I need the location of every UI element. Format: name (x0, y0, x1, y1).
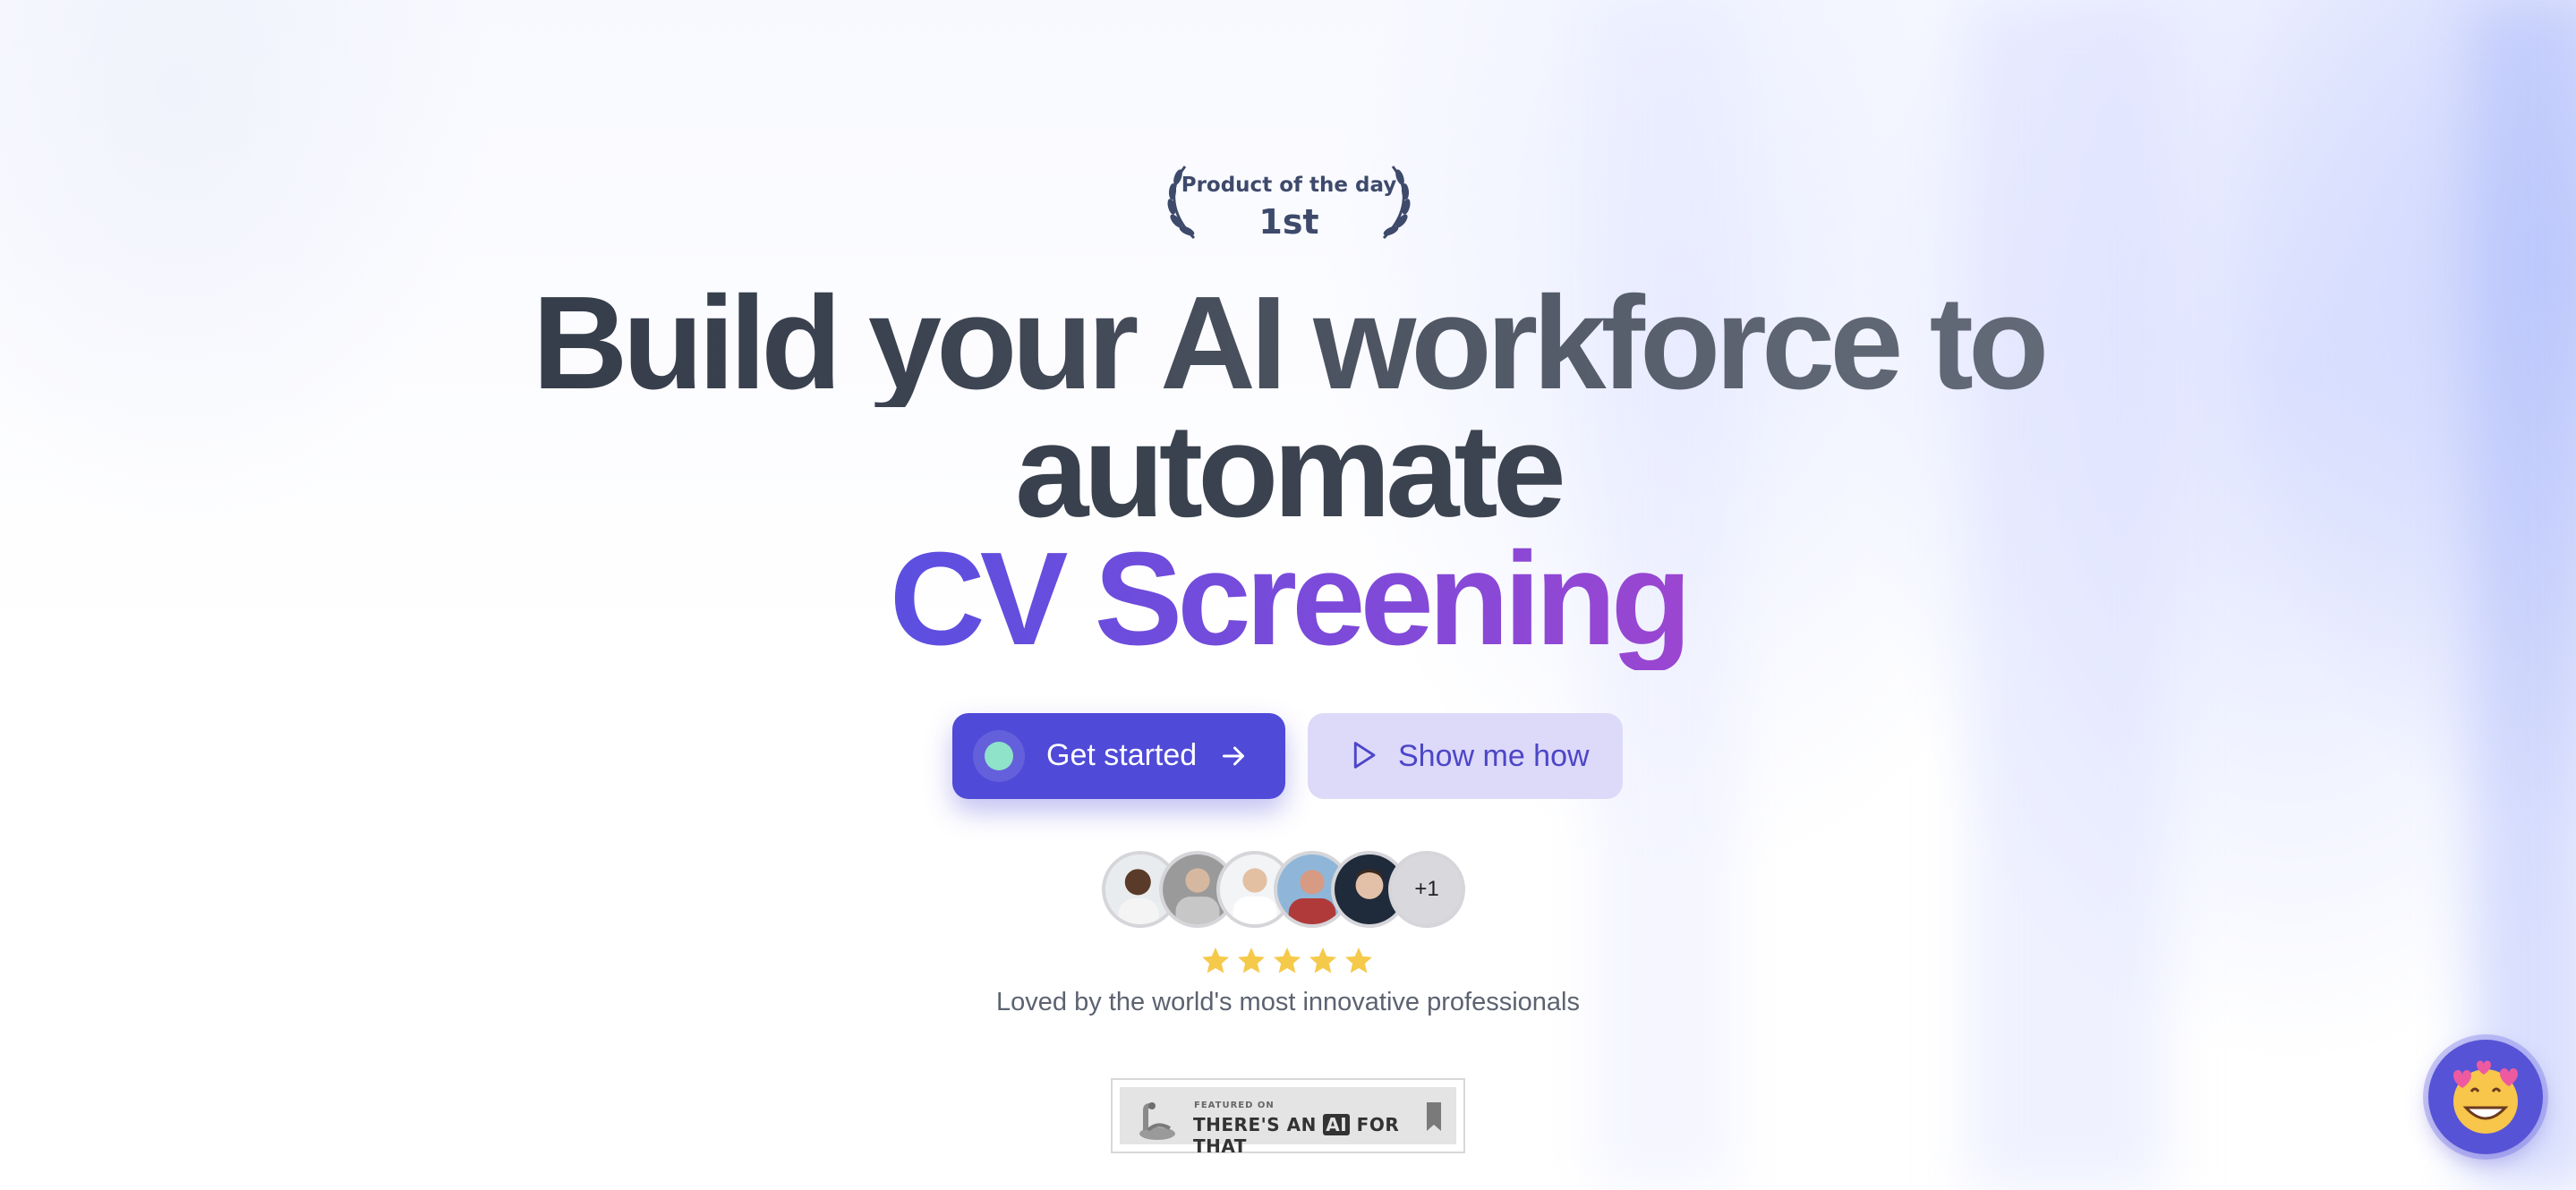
featured-prefix: THERE'S AN (1193, 1114, 1317, 1135)
get-started-label: Get started (1046, 738, 1198, 772)
featured-badge-inner: FEATURED ON THERE'S AN AI FOR THAT (1120, 1087, 1456, 1157)
play-icon (1353, 742, 1376, 769)
arrow-right-icon (1223, 746, 1244, 766)
hero-line-1: Build your AI workforce to (0, 277, 2576, 410)
laurel-right-icon (1382, 166, 1411, 240)
show-me-how-button[interactable]: Show me how (1308, 713, 1623, 799)
featured-title: THERE'S AN AI FOR THAT (1193, 1114, 1456, 1157)
star-icon (1274, 948, 1301, 973)
rating-stars (1199, 945, 1378, 981)
featured-ai-box: AI (1323, 1114, 1351, 1135)
product-of-the-day-badge: Product of the day 1st (1155, 157, 1423, 247)
bookmark-icon (1427, 1102, 1441, 1131)
landing-page: Product of the day 1st Build your AI wor… (0, 0, 2576, 1190)
featured-on-badge[interactable]: FEATURED ON THERE'S AN AI FOR THAT (1111, 1078, 1465, 1157)
hero-accent: CV Screening (889, 525, 1692, 673)
customer-avatars: +1 (1102, 851, 1478, 933)
star-icon (1309, 948, 1336, 973)
robot-arm-icon (1139, 1102, 1175, 1140)
more-avatars-count: +1 (1388, 851, 1465, 928)
hero-headline: Build your AI workforce to automate CV S… (0, 277, 2576, 673)
get-started-button[interactable]: Get started (952, 713, 1285, 799)
hero-line-2: automate (0, 405, 2576, 538)
status-dot-icon (985, 742, 1013, 770)
star-icon (1202, 948, 1229, 973)
chat-widget-button[interactable] (2428, 1040, 2543, 1154)
show-me-how-label: Show me how (1398, 739, 1590, 773)
featured-small-text: FEATURED ON (1194, 1101, 1275, 1110)
social-proof-tagline: Loved by the world's most innovative pro… (996, 988, 1580, 1016)
star-icon (1345, 948, 1372, 973)
star-icon (1238, 948, 1265, 973)
smiling-face-with-hearts-icon (2453, 1060, 2518, 1134)
